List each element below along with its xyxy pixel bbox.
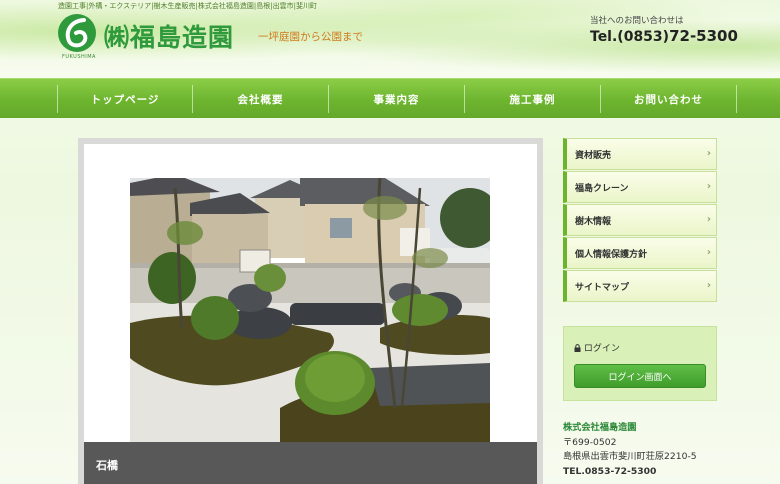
login-button[interactable]: ログイン画面へ (574, 364, 706, 388)
company-name: 株式会社福島造園 (563, 422, 637, 433)
sidebar-item-materials[interactable]: 資材販売 › (563, 138, 717, 170)
phone-number: 72-5300 (669, 27, 738, 45)
logo-icon[interactable] (57, 13, 97, 53)
garden-photo[interactable] (130, 178, 490, 442)
nav-item-business[interactable]: 事業内容 (329, 79, 464, 119)
header-keywords: 造園工事|外構・エクステリア|樹木生産販売|株式会社福島造園|島根|出雲市|斐川… (58, 2, 317, 10)
sidebar-item-label: 個人情報保護方針 (575, 249, 648, 260)
sidebar-item-label: 資材販売 (575, 150, 612, 161)
chevron-right-icon: › (706, 214, 711, 225)
phone-prefix: Tel.(0853) (590, 29, 670, 45)
nav-divider (736, 85, 737, 113)
sidebar-item-label: 樹木情報 (575, 216, 612, 227)
nav-item-company[interactable]: 会社概要 (193, 79, 328, 119)
chevron-right-icon: › (706, 148, 711, 159)
contact-label: 当社へのお問い合わせは (590, 16, 684, 26)
company-tel: TEL.0853-72-5300 (563, 465, 657, 477)
company-logo-text[interactable]: ㈱福島造園 (104, 18, 234, 54)
login-box: ログイン ログイン画面へ (563, 326, 717, 401)
tagline: 一坪庭園から公園まで (258, 31, 363, 43)
nav-item-works[interactable]: 施工事例 (465, 79, 600, 119)
sidebar-item-label: サイトマップ (575, 282, 630, 293)
main-nav: トップページ 会社概要 事業内容 施工事例 お問い合わせ (0, 78, 780, 118)
site-header: 造園工事|外構・エクステリア|樹木生産販売|株式会社福島造園|島根|出雲市|斐川… (0, 0, 780, 78)
chevron-right-icon: › (706, 181, 711, 192)
sidebar-item-trees[interactable]: 樹木情報 › (563, 204, 717, 236)
sidebar-item-privacy[interactable]: 個人情報保護方針 › (563, 237, 717, 269)
login-title: ログイン (574, 341, 620, 354)
sidebar-item-crane[interactable]: 福島クレーン › (563, 171, 717, 203)
login-title-text: ログイン (583, 344, 620, 354)
nav-item-contact[interactable]: お問い合わせ (601, 79, 736, 119)
company-address: 島根県出雲市斐川町荘原2210-5 (563, 451, 697, 462)
chevron-right-icon: › (706, 247, 711, 258)
logo-subtext: FUKUSHIMA (62, 54, 96, 60)
chevron-right-icon: › (706, 280, 711, 291)
nav-item-top[interactable]: トップページ (58, 79, 192, 119)
sidebar-item-label: 福島クレーン (575, 183, 629, 194)
lock-icon (574, 344, 581, 352)
slide-caption: 石橋 (84, 442, 537, 484)
company-info: 株式会社福島造園 〒699-0502 島根県出雲市斐川町荘原2210-5 TEL… (563, 421, 733, 479)
main-slideshow: 石橋 (78, 138, 543, 484)
sidebar-item-sitemap[interactable]: サイトマップ › (563, 270, 717, 302)
company-postal: 〒699-0502 (563, 436, 617, 448)
contact-phone[interactable]: Tel.(0853)72-5300 (590, 27, 738, 45)
